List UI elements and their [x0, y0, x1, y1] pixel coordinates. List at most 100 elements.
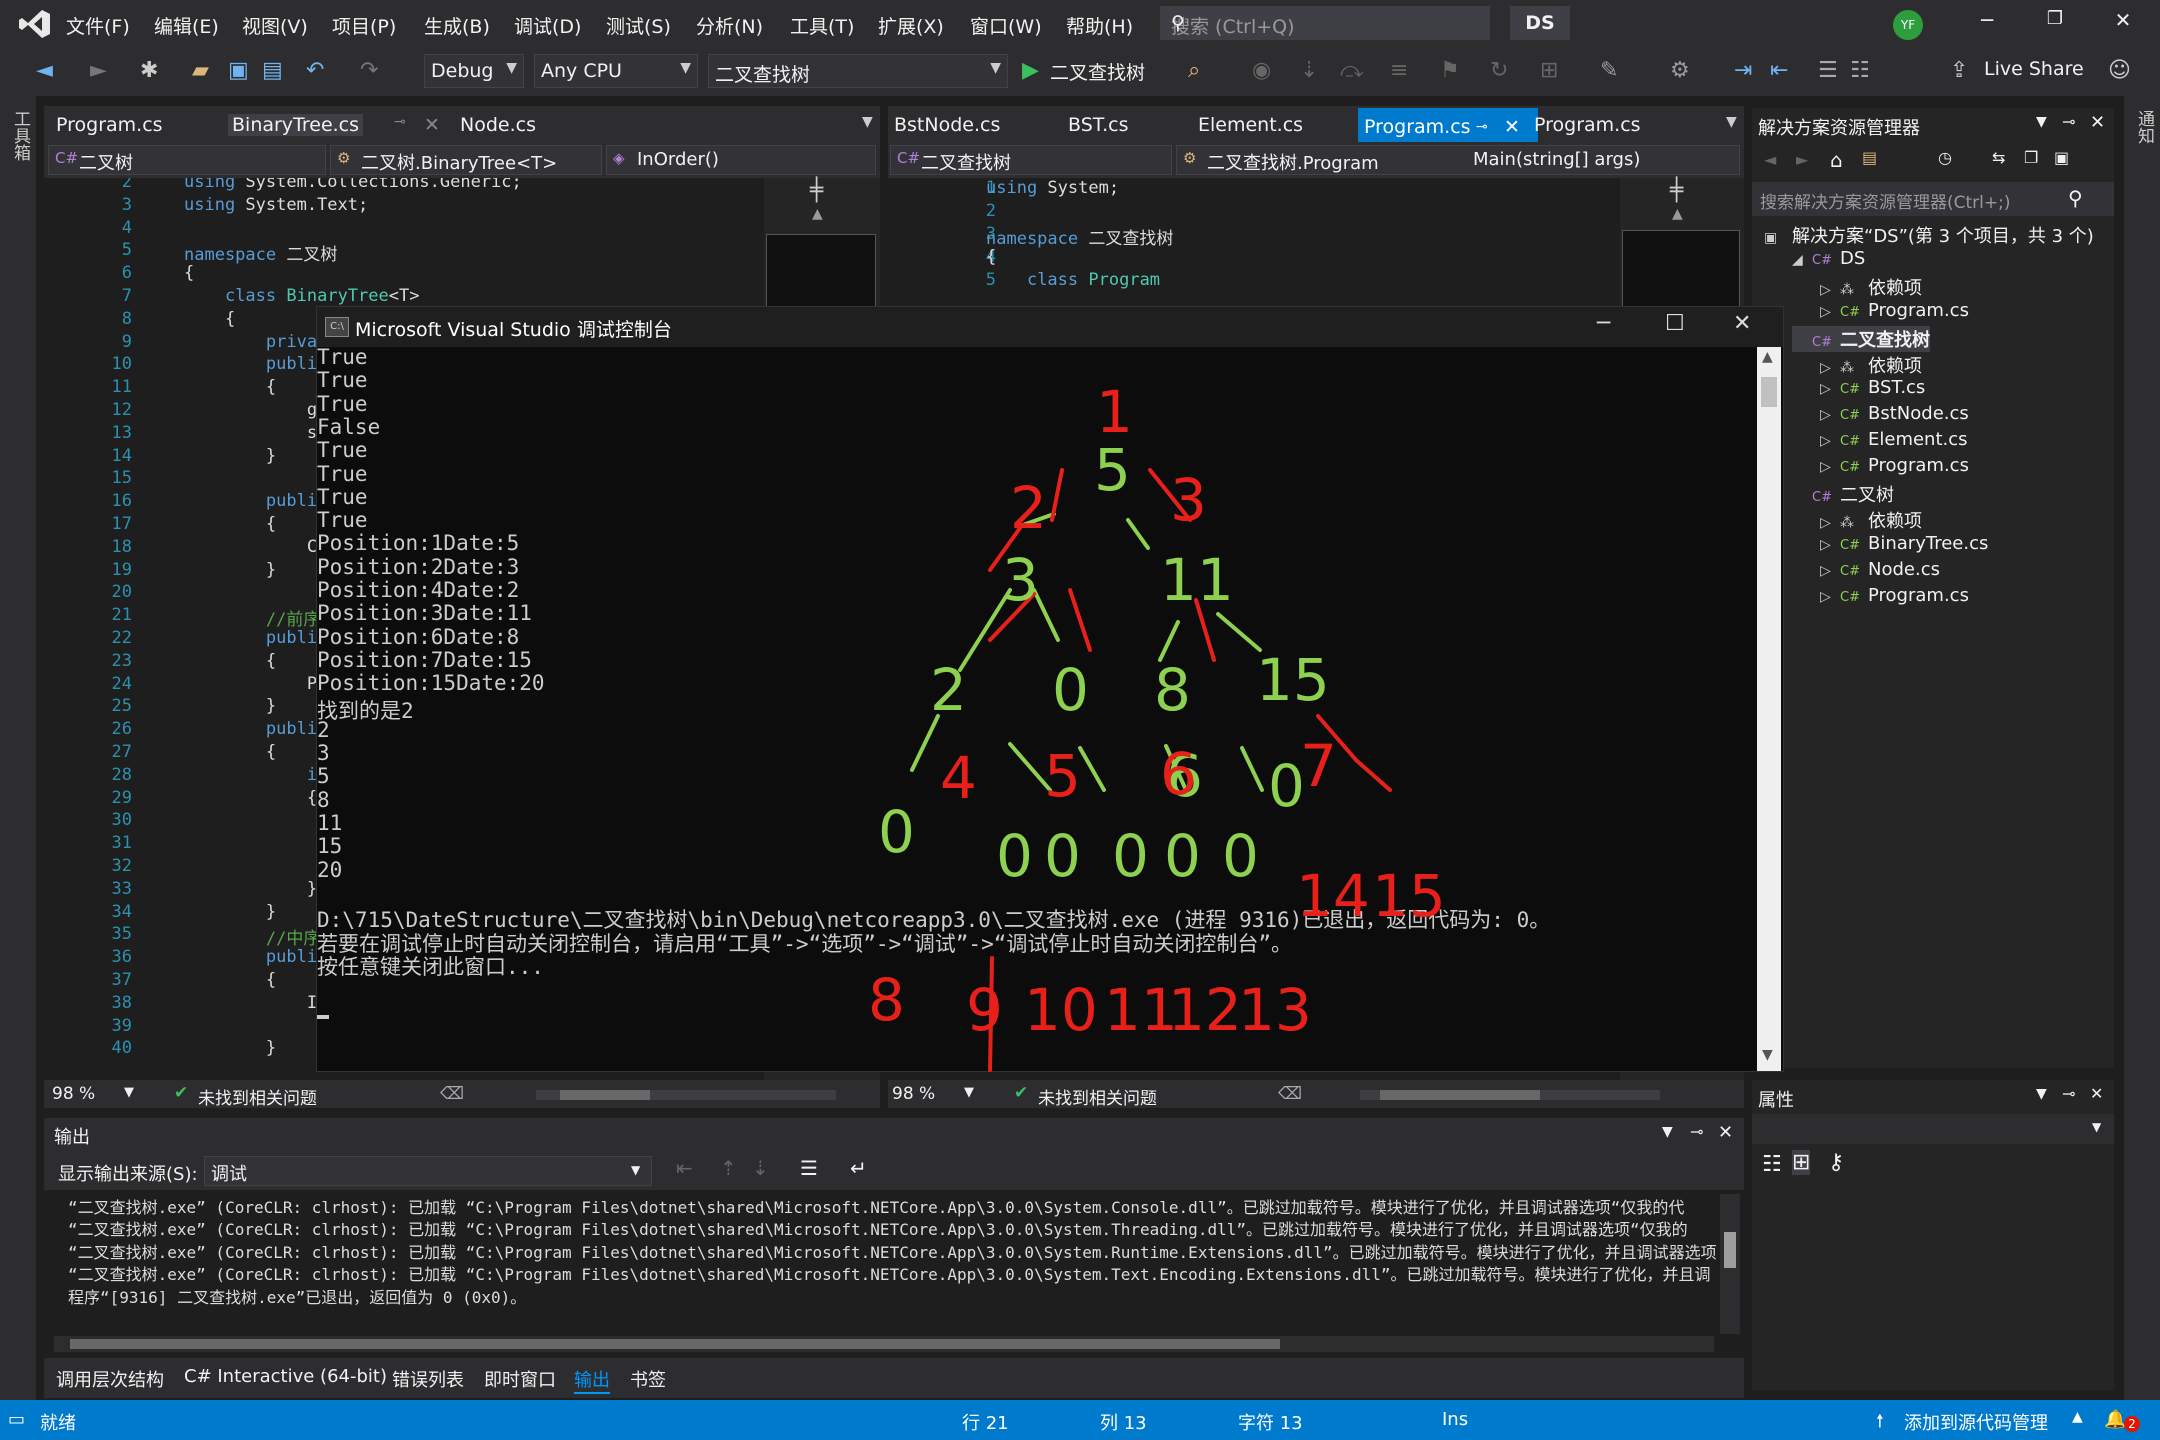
tab-node-cs[interactable]: Node.cs: [460, 114, 536, 136]
left-nav-class[interactable]: ⚙ 二叉树.BinaryTree<T>: [330, 145, 602, 175]
find-in-files-icon[interactable]: ⌕: [1188, 58, 1200, 83]
right-nav-class[interactable]: ⚙ 二叉查找树.Program Main(string[] args): [1176, 145, 1740, 175]
code-line[interactable]: }: [184, 1038, 276, 1058]
code-line[interactable]: public: [184, 628, 327, 648]
wrench-icon[interactable]: ✎: [1600, 58, 1618, 83]
debug-console-window[interactable]: C:\ Microsoft Visual Studio 调试控制台 ─ ☐ ✕ …: [316, 306, 1784, 1072]
redo-icon[interactable]: ↷: [360, 58, 378, 83]
output-text[interactable]: “二叉查找树.exe” (CoreCLR: clrhost): 已加载 “C:\…: [44, 1192, 1724, 1332]
platform-select[interactable]: Any CPU ▼: [534, 54, 698, 88]
save-icon[interactable]: ▣: [228, 58, 249, 83]
collapsed-arrow-icon[interactable]: ▷: [1820, 459, 1840, 475]
output-source-select[interactable]: 调试 ▼: [204, 1156, 652, 1186]
console-maximize-icon[interactable]: ☐: [1665, 311, 1685, 336]
menu-debug[interactable]: 调试(D): [514, 12, 581, 39]
comment-icon[interactable]: ≡: [1390, 58, 1408, 83]
tree-item[interactable]: ▷ ⁂ 依赖项: [1792, 274, 1922, 300]
collapsed-arrow-icon[interactable]: ▷: [1820, 407, 1840, 423]
brush-icon[interactable]: ⌫: [440, 1084, 464, 1104]
code-line[interactable]: public: [184, 719, 327, 739]
console-scroll-thumb[interactable]: [1761, 377, 1777, 407]
tab-overflow-icon[interactable]: ▼: [862, 114, 873, 130]
code-line[interactable]: }: [184, 879, 317, 899]
menu-edit[interactable]: 编辑(E): [154, 12, 219, 39]
bookmark-icon[interactable]: ⚑: [1440, 58, 1460, 83]
open-folder-icon[interactable]: ▰: [192, 58, 209, 83]
output-vertical-scrollbar[interactable]: [1720, 1194, 1740, 1334]
live-share-button[interactable]: Live Share: [1984, 58, 2084, 80]
search-input[interactable]: 搜索 (Ctrl+Q) ⚲: [1160, 6, 1490, 40]
scroll-up-icon[interactable]: ▲: [1672, 206, 1683, 222]
solution-explorer-search[interactable]: 搜索解决方案资源管理器(Ctrl+;) ⚲: [1752, 182, 2114, 216]
console-minimize-icon[interactable]: ─: [1597, 311, 1610, 336]
breakpoint-icon[interactable]: ◉: [1252, 58, 1271, 83]
tree-item[interactable]: ▷ C# Node.cs: [1792, 559, 1940, 580]
tab-output[interactable]: 输出: [574, 1366, 610, 1394]
pin-icon[interactable]: ⊸: [394, 114, 406, 130]
tab-element-cs[interactable]: Element.cs: [1198, 114, 1303, 136]
tree-item[interactable]: ▷ C# BST.cs: [1792, 377, 1925, 398]
right-nav-member-label[interactable]: Main(string[] args): [1473, 149, 1640, 170]
code-line[interactable]: public: [184, 947, 327, 967]
close-icon[interactable]: ✕: [2090, 112, 2105, 133]
code-line[interactable]: }: [184, 696, 276, 716]
collapsed-arrow-icon[interactable]: ▷: [1820, 304, 1840, 320]
tree-item[interactable]: ▷ C# BstNode.cs: [1792, 403, 1969, 424]
left-nav-project[interactable]: C# 二叉树: [48, 145, 326, 175]
notification-bell-icon[interactable]: 🔔: [2104, 1409, 2126, 1430]
code-line[interactable]: using System.Collections.Generic;: [184, 178, 522, 192]
right-horizontal-scrollbar[interactable]: [1360, 1090, 1660, 1100]
code-line[interactable]: Co: [184, 537, 327, 557]
code-line[interactable]: {: [184, 970, 276, 990]
step-over-icon[interactable]: ⤼: [1340, 58, 1364, 83]
forward-icon[interactable]: ►: [90, 58, 107, 83]
status-column[interactable]: 列 13: [1100, 1409, 1147, 1435]
tree-item[interactable]: ◢ C# DS: [1792, 248, 1865, 269]
expanded-arrow-icon[interactable]: ◢: [1792, 252, 1812, 268]
code-line[interactable]: //前序: [184, 605, 320, 630]
chevron-down-icon[interactable]: ▼: [2036, 114, 2047, 130]
code-line[interactable]: using System.Text;: [184, 195, 368, 215]
back-icon[interactable]: ◄: [36, 58, 53, 83]
code-line[interactable]: namespace 二叉查找树: [986, 224, 1173, 249]
collapsed-arrow-icon[interactable]: ▷: [1820, 537, 1840, 553]
menu-view[interactable]: 视图(V): [242, 12, 308, 39]
code-line[interactable]: {: [184, 742, 276, 762]
code-line[interactable]: {: [184, 309, 235, 329]
chevron-up-icon[interactable]: ▲: [2072, 1409, 2083, 1425]
properties-object-select[interactable]: ▼: [1752, 1114, 2114, 1144]
tree-item[interactable]: C# 二叉查找树: [1792, 325, 1930, 352]
tree-item[interactable]: ▷ C# Program.cs: [1792, 455, 1969, 476]
home-icon[interactable]: ⌂: [1830, 148, 1843, 172]
tab-program-cs[interactable]: Program.cs: [56, 114, 163, 136]
menu-build[interactable]: 生成(B): [424, 12, 490, 39]
collapsed-arrow-icon[interactable]: ▷: [1820, 515, 1840, 531]
configuration-select[interactable]: Debug ▼: [424, 54, 524, 88]
menu-extensions[interactable]: 扩展(X): [878, 12, 944, 39]
console-output[interactable]: True True True False True True True True Positio…: [317, 345, 1757, 1069]
show-all-files-icon[interactable]: ▣: [2054, 148, 2069, 167]
code-line[interactable]: In: [184, 993, 327, 1013]
scroll-up-icon[interactable]: ▲: [1762, 349, 1773, 365]
minimize-icon[interactable]: ─: [1964, 8, 2010, 40]
menu-file[interactable]: 文件(F): [66, 12, 130, 39]
collapsed-arrow-icon[interactable]: ▷: [1820, 589, 1840, 605]
chevron-down-icon[interactable]: ▼: [964, 1085, 974, 1100]
pin-icon[interactable]: ⊸: [2062, 1084, 2075, 1103]
avatar[interactable]: YF: [1893, 10, 1923, 40]
status-insert-mode[interactable]: Ins: [1442, 1409, 1468, 1430]
code-line[interactable]: //中序: [184, 924, 320, 949]
search-icon[interactable]: ⚲: [1171, 12, 1185, 34]
forward-icon[interactable]: ►: [1796, 150, 1808, 169]
status-character[interactable]: 字符 13: [1238, 1409, 1303, 1435]
code-line[interactable]: privat: [184, 332, 327, 352]
code-line[interactable]: }: [184, 446, 276, 466]
new-project-icon[interactable]: ✱: [140, 58, 158, 83]
alphabetical-icon[interactable]: ⊞: [1792, 1150, 1811, 1175]
tree-item[interactable]: ▷ C# Program.cs: [1792, 300, 1969, 321]
console-close-icon[interactable]: ✕: [1733, 311, 1751, 336]
code-line[interactable]: public: [184, 354, 327, 374]
categorized-icon[interactable]: ☷: [1762, 1152, 1782, 1177]
code-line[interactable]: }: [184, 902, 276, 922]
right-zoom-level[interactable]: 98 %: [892, 1084, 935, 1104]
